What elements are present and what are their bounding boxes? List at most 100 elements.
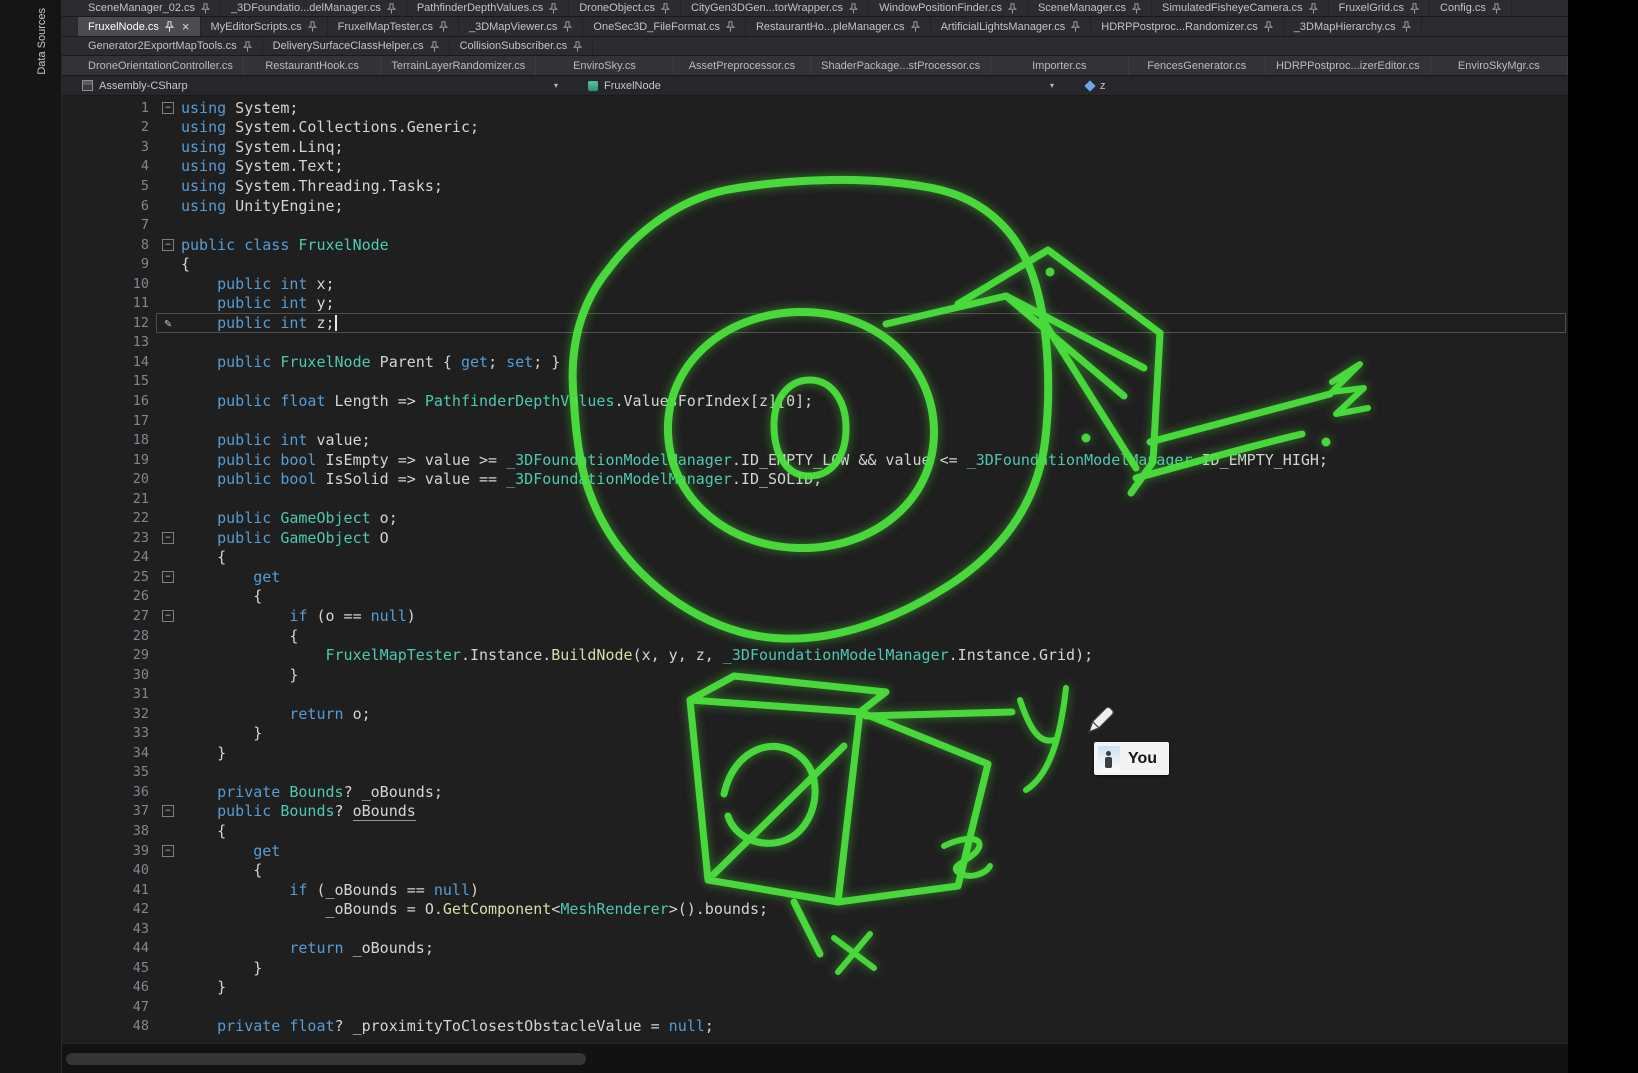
- code-line: 9{: [62, 254, 1568, 274]
- code-line: 11 public int y;: [62, 293, 1568, 313]
- tab-DeliverySurfaceClassHelper.cs[interactable]: DeliverySurfaceClassHelper.cs: [263, 37, 450, 55]
- fold-toggle[interactable]: −: [162, 845, 174, 857]
- tab-label: FencesGenerator.cs: [1147, 60, 1246, 72]
- tab-FruxelGrid.cs[interactable]: FruxelGrid.cs: [1329, 0, 1430, 16]
- tab-EnviroSkyMgr.cs[interactable]: EnviroSkyMgr.cs: [1431, 56, 1568, 75]
- tab-DroneOrientationController.cs[interactable]: DroneOrientationController.cs: [78, 56, 244, 75]
- pin-icon[interactable]: [165, 21, 174, 32]
- tab-TerrainLayerRandomizer.cs[interactable]: TerrainLayerRandomizer.cs: [381, 56, 536, 75]
- pin-icon[interactable]: [849, 3, 858, 14]
- line-number: 12: [62, 315, 155, 331]
- tab-AssetPreprocessor.cs[interactable]: AssetPreprocessor.cs: [674, 56, 811, 75]
- line-number: 9: [62, 256, 155, 272]
- tab-label: _3DMapHierarchy.cs: [1294, 21, 1396, 33]
- code-text: }: [181, 724, 262, 742]
- line-number: 13: [62, 334, 155, 350]
- code-line: 10 public int x;: [62, 274, 1568, 294]
- tab-_3DMapHierarchy.cs[interactable]: _3DMapHierarchy.cs: [1284, 17, 1422, 36]
- tab-_3DMapViewer.cs[interactable]: _3DMapViewer.cs: [459, 17, 583, 36]
- line-number: 37: [62, 803, 155, 819]
- tab-OneSec3D_FileFormat.cs[interactable]: OneSec3D_FileFormat.cs: [583, 17, 746, 36]
- member-dropdown[interactable]: z: [1064, 76, 1568, 95]
- pin-icon[interactable]: [439, 21, 448, 32]
- code-line: 25− get: [62, 567, 1568, 587]
- code-text: public bool IsEmpty => value >= _3DFound…: [181, 451, 1328, 469]
- project-dropdown[interactable]: Assembly-CSharp ▾: [62, 76, 568, 95]
- tab-PathfinderDepthValues.cs[interactable]: PathfinderDepthValues.cs: [407, 0, 569, 16]
- tab-EnviroSky.cs[interactable]: EnviroSky.cs: [536, 56, 673, 75]
- pin-icon[interactable]: [1309, 3, 1318, 14]
- tab-label: Generator2ExportMapTools.cs: [88, 40, 237, 52]
- tab-HDRPPostproc...izerEditor.cs[interactable]: HDRPPostproc...izerEditor.cs: [1266, 56, 1431, 75]
- tab-_3DFoundatio...delManager.cs[interactable]: _3DFoundatio...delManager.cs: [221, 0, 407, 16]
- type-dropdown[interactable]: FruxelNode ▾: [568, 76, 1064, 95]
- line-number: 6: [62, 198, 155, 214]
- fold-toggle[interactable]: −: [162, 571, 174, 583]
- pin-icon[interactable]: [1264, 21, 1273, 32]
- tab-Config.cs[interactable]: Config.cs: [1430, 0, 1512, 16]
- code-text: _oBounds = O.GetComponent<MeshRenderer>(…: [181, 900, 768, 918]
- pin-icon[interactable]: [387, 3, 396, 14]
- pin-icon[interactable]: [911, 21, 920, 32]
- line-number: 46: [62, 979, 155, 995]
- tab-HDRPPostproc...Randomizer.cs[interactable]: HDRPPostproc...Randomizer.cs: [1091, 17, 1284, 36]
- pin-icon[interactable]: [308, 21, 317, 32]
- fold-toggle[interactable]: −: [162, 532, 174, 544]
- data-sources-panel-tab[interactable]: Data Sources: [36, 8, 48, 75]
- tab-Importer.cs[interactable]: Importer.cs: [991, 56, 1128, 75]
- pin-icon[interactable]: [201, 3, 210, 14]
- tab-MyEditorScripts.cs[interactable]: MyEditorScripts.cs: [201, 17, 328, 36]
- fold-toggle[interactable]: −: [162, 239, 174, 251]
- pin-icon[interactable]: [1410, 3, 1419, 14]
- tab-FruxelNode.cs[interactable]: FruxelNode.cs×: [78, 17, 201, 36]
- scrollbar-thumb[interactable]: [66, 1053, 586, 1065]
- line-number: 31: [62, 686, 155, 702]
- close-icon[interactable]: ×: [182, 20, 190, 33]
- tab-CityGen3DGen...torWrapper.cs[interactable]: CityGen3DGen...torWrapper.cs: [681, 0, 869, 16]
- pin-icon[interactable]: [549, 3, 558, 14]
- pin-icon[interactable]: [726, 21, 735, 32]
- tab-CollisionSubscriber.cs[interactable]: CollisionSubscriber.cs: [450, 37, 594, 55]
- tab-Generator2ExportMapTools.cs[interactable]: Generator2ExportMapTools.cs: [78, 37, 263, 55]
- code-text: }: [181, 744, 226, 762]
- tab-ShaderPackage...stProcessor.cs[interactable]: ShaderPackage...stProcessor.cs: [811, 56, 991, 75]
- pin-icon[interactable]: [1492, 3, 1501, 14]
- code-text: public GameObject o;: [181, 509, 398, 527]
- tab-RestaurantHo...pleManager.cs[interactable]: RestaurantHo...pleManager.cs: [746, 17, 931, 36]
- line-number: 45: [62, 960, 155, 976]
- horizontal-scrollbar[interactable]: [62, 1043, 1568, 1073]
- pin-icon[interactable]: [1008, 3, 1017, 14]
- code-line: 42 _oBounds = O.GetComponent<MeshRendere…: [62, 899, 1568, 919]
- pin-icon[interactable]: [1071, 21, 1080, 32]
- fold-toggle[interactable]: −: [162, 610, 174, 622]
- tab-SimulatedFisheyeCamera.cs[interactable]: SimulatedFisheyeCamera.cs: [1152, 0, 1329, 16]
- code-line: 5using System.Threading.Tasks;: [62, 176, 1568, 196]
- pin-icon[interactable]: [1132, 3, 1141, 14]
- gutter-cell: −: [155, 805, 181, 817]
- code-text: {: [181, 627, 298, 645]
- code-text: public bool IsSolid => value == _3DFound…: [181, 470, 822, 488]
- tab-SceneManager.cs[interactable]: SceneManager.cs: [1028, 0, 1152, 16]
- pin-icon[interactable]: [661, 3, 670, 14]
- pin-icon[interactable]: [573, 41, 582, 52]
- tab-FencesGenerator.cs[interactable]: FencesGenerator.cs: [1129, 56, 1266, 75]
- tab-label: RestaurantHo...pleManager.cs: [756, 21, 905, 33]
- tab-label: FruxelGrid.cs: [1339, 2, 1404, 14]
- pin-icon[interactable]: [243, 41, 252, 52]
- code-editor[interactable]: 1−using System;2using System.Collections…: [62, 98, 1568, 1043]
- line-number: 15: [62, 373, 155, 389]
- tab-RestaurantHook.cs[interactable]: RestaurantHook.cs: [244, 56, 381, 75]
- fold-toggle[interactable]: −: [162, 102, 174, 114]
- fold-toggle[interactable]: −: [162, 805, 174, 817]
- tab-WindowPositionFinder.cs[interactable]: WindowPositionFinder.cs: [869, 0, 1028, 16]
- pin-icon[interactable]: [430, 41, 439, 52]
- tab-ArtificialLightsManager.cs[interactable]: ArtificialLightsManager.cs: [931, 17, 1092, 36]
- pin-icon[interactable]: [1402, 21, 1411, 32]
- tab-SceneManager_02.cs[interactable]: SceneManager_02.cs: [78, 0, 221, 16]
- pin-icon[interactable]: [563, 21, 572, 32]
- tab-label: EnviroSky.cs: [573, 60, 636, 72]
- line-number: 47: [62, 999, 155, 1015]
- chevron-down-icon: ▾: [554, 81, 558, 90]
- tab-DroneObject.cs[interactable]: DroneObject.cs: [569, 0, 681, 16]
- tab-FruxelMapTester.cs[interactable]: FruxelMapTester.cs: [328, 17, 459, 36]
